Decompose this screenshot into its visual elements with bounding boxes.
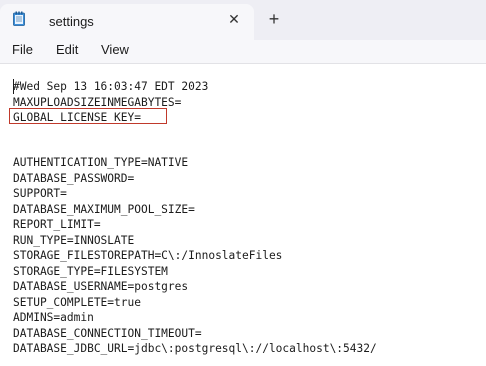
editor-line: #Wed Sep 13 16:03:47 EDT 2023 <box>13 80 209 93</box>
editor-line: AUTHENTICATION_TYPE=NATIVE <box>13 156 189 169</box>
editor-line: SETUP_COMPLETE=true <box>13 296 141 309</box>
password-redaction <box>139 171 204 193</box>
menu-edit[interactable]: Edit <box>56 42 78 57</box>
close-tab-icon[interactable]: ✕ <box>224 9 244 29</box>
editor-line: STORAGE_TYPE=FILESYSTEM <box>13 265 168 278</box>
editor-line: RUN_TYPE=INNOSLATE <box>13 234 135 247</box>
editor-line: DATABASE_USERNAME=postgres <box>13 280 189 293</box>
editor-line: DATABASE_CONNECTION_TIMEOUT= <box>13 327 202 340</box>
tab-title: settings <box>49 14 94 29</box>
editor-line: SUPPORT= <box>13 187 67 200</box>
notepad-icon <box>13 11 25 26</box>
editor-line: REPORT_LIMIT= <box>13 218 101 231</box>
menu-file[interactable]: File <box>12 42 33 57</box>
editor-line: STORAGE_FILESTOREPATH=C\:/InnoslateFiles <box>13 249 283 262</box>
new-tab-icon[interactable]: + <box>264 9 284 29</box>
tab-settings[interactable]: settings ✕ <box>0 4 254 40</box>
license-key-highlight <box>9 108 167 124</box>
editor-line: DATABASE_PASSWORD= <box>13 172 135 185</box>
editor-line: ADMINS=admin <box>13 311 94 324</box>
editor-line: DATABASE_JDBC_URL=jdbc\:postgresql\://lo… <box>13 342 377 355</box>
title-bar: settings ✕ + <box>0 0 486 40</box>
redaction-block <box>10 126 486 152</box>
menu-view[interactable]: View <box>101 42 129 57</box>
editor-line: DATABASE_MAXIMUM_POOL_SIZE= <box>13 203 195 216</box>
menu-bar: File Edit View <box>0 40 486 64</box>
